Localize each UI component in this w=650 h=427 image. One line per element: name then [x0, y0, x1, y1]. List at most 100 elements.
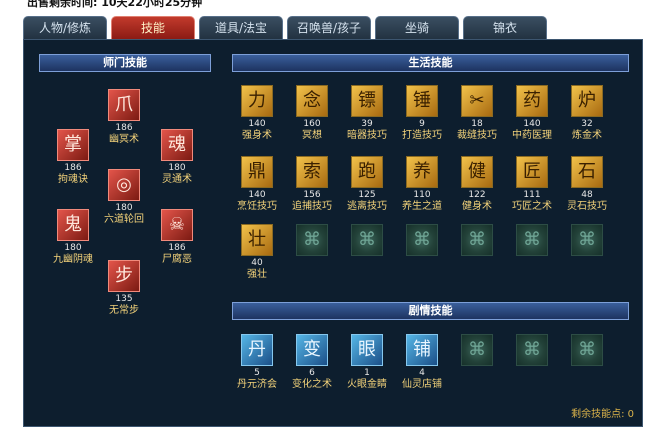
skill-level: 40	[251, 258, 263, 268]
skill-level: 6	[309, 368, 315, 378]
sect-skills-header: 师门技能	[39, 54, 211, 72]
category-tabs: 人物/修炼 技能 道具/法宝 召唤兽/孩子 坐骑 锦衣	[23, 16, 547, 39]
sect-skill-jiuyou[interactable]: 鬼 180 九幽阴魂	[43, 209, 103, 266]
sect-skill-youming[interactable]: 爪 186 幽冥术	[94, 89, 154, 146]
life-skill-dazao[interactable]: 锤 9 打造技巧	[392, 85, 452, 142]
skill-level: 122	[468, 190, 486, 200]
skill-name: 灵通术	[162, 174, 192, 185]
skill-name: 巧匠之术	[512, 201, 552, 212]
strength-icon: 力	[241, 85, 273, 117]
sect-skill-lingtong[interactable]: 魂 180 灵通术	[147, 129, 207, 186]
tab-skills[interactable]: 技能	[111, 16, 195, 39]
life-skill-mingxiang[interactable]: 念 160 冥想	[282, 85, 342, 142]
life-skill-pengren[interactable]: 鼎 140 烹饪技巧	[227, 156, 287, 213]
empty-slot-icon: ⌘	[351, 224, 383, 256]
empty-skill-slot: ⌘	[502, 224, 562, 256]
dart-icon: 镖	[351, 85, 383, 117]
life-skill-qiangshen[interactable]: 力 140 强身术	[227, 85, 287, 142]
skill-level: 18	[471, 119, 483, 129]
skill-name: 健身术	[462, 201, 492, 212]
stone-icon: 石	[571, 156, 603, 188]
skill-name: 暗器技巧	[347, 130, 387, 141]
skill-name: 丹元济会	[237, 379, 277, 390]
empty-slot-icon: ⌘	[296, 224, 328, 256]
plot-skill-huoyan[interactable]: 眼 1 火眼金睛	[337, 334, 397, 391]
life-skill-jianshen[interactable]: 健 122 健身术	[447, 156, 507, 213]
skill-level: 39	[361, 119, 373, 129]
wheel-icon: ◎	[108, 169, 140, 201]
life-skill-zhongyao[interactable]: 药 140 中药医理	[502, 85, 562, 142]
sect-skill-wuchang[interactable]: 步 135 无常步	[94, 260, 154, 317]
skill-name: 追捕技巧	[292, 201, 332, 212]
plot-skill-bianhua[interactable]: 变 6 变化之术	[282, 334, 342, 391]
skill-level: 186	[115, 123, 133, 133]
skill-level: 140	[248, 119, 266, 129]
skill-name: 灵石技巧	[567, 201, 607, 212]
escape-icon: 跑	[351, 156, 383, 188]
life-skill-taoli[interactable]: 跑 125 逃离技巧	[337, 156, 397, 213]
life-skill-qiangzhuang[interactable]: 壮 40 强壮	[227, 224, 287, 281]
empty-slot-icon: ⌘	[516, 334, 548, 366]
alchemy-icon: 炉	[571, 85, 603, 117]
tab-items[interactable]: 道具/法宝	[199, 16, 283, 39]
sect-skill-liudao[interactable]: ◎ 180 六道轮回	[94, 169, 154, 226]
life-skill-lingshi[interactable]: 石 48 灵石技巧	[557, 156, 617, 213]
tab-character[interactable]: 人物/修炼	[23, 16, 107, 39]
skill-name: 仙灵店铺	[402, 379, 442, 390]
skill-level: 180	[115, 203, 133, 213]
skill-name: 裁缝技巧	[457, 130, 497, 141]
skill-level: 180	[168, 163, 186, 173]
hooded-spirit-icon: 魂	[161, 129, 193, 161]
skill-name: 冥想	[302, 130, 322, 141]
plot-skill-xianling[interactable]: 铺 4 仙灵店铺	[392, 334, 452, 391]
empty-slot-icon: ⌘	[406, 224, 438, 256]
plot-skill-danyuan[interactable]: 丹 5 丹元济会	[227, 334, 287, 391]
life-skill-caifeng[interactable]: ✂ 18 裁缝技巧	[447, 85, 507, 142]
remaining-skill-points: 剩余技能点: 0	[571, 409, 634, 420]
skill-name: 养生之道	[402, 201, 442, 212]
skill-name: 火眼金睛	[347, 379, 387, 390]
tab-mounts[interactable]: 坐骑	[375, 16, 459, 39]
skill-level: 32	[581, 119, 593, 129]
muscle-icon: 壮	[241, 224, 273, 256]
cooking-icon: 鼎	[241, 156, 273, 188]
tab-summons[interactable]: 召唤兽/孩子	[287, 16, 371, 39]
sect-skill-shifu[interactable]: ☠ 186 尸腐恶	[147, 209, 207, 266]
skill-level: 1	[364, 368, 370, 378]
empty-slot-icon: ⌘	[571, 334, 603, 366]
life-skill-anqi[interactable]: 镖 39 暗器技巧	[337, 85, 397, 142]
empty-skill-slot: ⌘	[447, 224, 507, 256]
empty-skill-slot: ⌘	[557, 224, 617, 256]
transform-icon: 变	[296, 334, 328, 366]
skill-name: 逃离技巧	[347, 201, 387, 212]
skill-name: 变化之术	[292, 379, 332, 390]
ghost-claw-icon: 爪	[108, 89, 140, 121]
elixir-icon: 丹	[241, 334, 273, 366]
plot-skills-header: 剧情技能	[232, 302, 629, 320]
life-skill-yangsheng[interactable]: 养 110 养生之道	[392, 156, 452, 213]
skill-level: 156	[303, 190, 321, 200]
skill-name: 尸腐恶	[162, 254, 192, 265]
skill-level: 5	[254, 368, 260, 378]
empty-skill-slot: ⌘	[282, 224, 342, 256]
tab-outfits[interactable]: 锦衣	[463, 16, 547, 39]
skill-level: 110	[413, 190, 431, 200]
skill-level: 140	[523, 119, 541, 129]
life-skill-lianjin[interactable]: 炉 32 炼金术	[557, 85, 617, 142]
skill-name: 六道轮回	[104, 214, 144, 225]
life-skill-zhuibu[interactable]: 索 156 追捕技巧	[282, 156, 342, 213]
empty-slot-icon: ⌘	[516, 224, 548, 256]
health-icon: 养	[406, 156, 438, 188]
empty-slot-icon: ⌘	[571, 224, 603, 256]
life-skill-qiaojiang[interactable]: 匠 111 巧匠之术	[502, 156, 562, 213]
spirits-icon: 鬼	[57, 209, 89, 241]
skill-name: 打造技巧	[402, 130, 442, 141]
empty-skill-slot: ⌘	[337, 224, 397, 256]
empty-skill-slot: ⌘	[392, 224, 452, 256]
skill-level: 135	[115, 294, 133, 304]
hammer-icon: 锤	[406, 85, 438, 117]
eye-icon: 眼	[351, 334, 383, 366]
skill-name: 烹饪技巧	[237, 201, 277, 212]
empty-skill-slot: ⌘	[502, 334, 562, 366]
herb-icon: 药	[516, 85, 548, 117]
